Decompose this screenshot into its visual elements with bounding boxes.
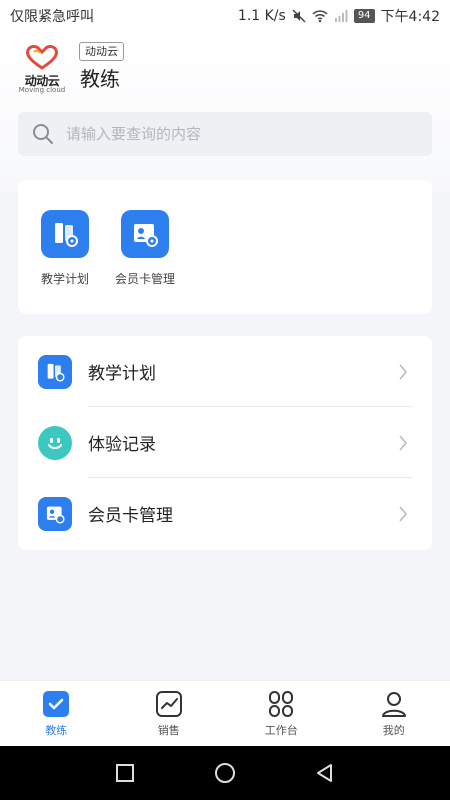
nav-tab-mine[interactable]: 我的 [338, 681, 450, 747]
wifi-icon [312, 10, 328, 23]
nav-tab-coach[interactable]: 教练 [0, 681, 113, 747]
app-logo: 动动云 Moving cloud [16, 44, 68, 94]
menu-item-trial-record[interactable]: 体验记录 [18, 407, 432, 478]
chevron-right-icon [399, 505, 408, 522]
logo-subtext: Moving cloud [18, 86, 66, 94]
menu-item-label: 会员卡管理 [88, 506, 173, 526]
quick-action-member-card[interactable]: 会员卡管理 [105, 210, 185, 287]
carrier-text: 仅限紧急呼叫 [10, 9, 94, 25]
network-speed: 1.1 K/s [237, 8, 286, 24]
status-bar: 仅限紧急呼叫 1.1 K/s 94 下午4:42 [0, 0, 450, 32]
chevron-right-icon [399, 363, 408, 380]
menu-item-teaching-plan[interactable]: 教学计划 [18, 336, 432, 407]
brand-tag: 动动云 [79, 42, 124, 61]
chart-icon [155, 691, 182, 717]
nav-label: 我的 [382, 724, 405, 737]
page-title: 教练 [80, 67, 120, 91]
system-nav-bar [0, 746, 450, 800]
nav-label: 工作台 [264, 724, 298, 737]
chevron-right-icon [399, 434, 408, 451]
status-indicators: 1.1 K/s 94 下午4:42 [238, 6, 440, 26]
member-card-icon [121, 210, 169, 258]
check-icon [43, 691, 70, 717]
nav-tab-sales[interactable]: 销售 [113, 681, 226, 747]
bottom-nav: 教练 销售 工作台 我的 [0, 680, 450, 746]
heart-logo-icon [26, 45, 58, 70]
search-bar[interactable] [18, 112, 432, 156]
quick-actions-card: 教学计划 会员卡管理 [18, 180, 432, 314]
menu-list: 教学计划 体验记录 会员卡管理 [18, 336, 432, 550]
header: 动动云 Moving cloud 动动云 教练 [0, 32, 450, 192]
back-icon[interactable] [315, 763, 335, 783]
user-icon [381, 692, 406, 717]
mute-icon [292, 9, 306, 23]
search-input[interactable] [66, 125, 406, 143]
smiley-icon [38, 425, 72, 460]
nav-label: 销售 [157, 724, 180, 737]
signal-icon [334, 10, 348, 22]
nav-label: 教练 [45, 724, 68, 737]
quick-action-label: 会员卡管理 [114, 272, 175, 286]
nav-tab-workbench[interactable]: 工作台 [225, 681, 338, 747]
home-icon[interactable] [214, 762, 236, 784]
teaching-plan-icon [38, 354, 72, 389]
quick-action-label: 教学计划 [40, 272, 89, 286]
quick-action-teaching-plan[interactable]: 教学计划 [25, 210, 105, 287]
menu-item-member-card[interactable]: 会员卡管理 [18, 478, 432, 549]
teaching-plan-icon [41, 210, 89, 258]
clock: 下午4:42 [380, 9, 440, 25]
member-card-icon [38, 496, 72, 531]
grid-icon [269, 691, 294, 717]
search-icon [33, 124, 53, 144]
menu-item-label: 教学计划 [88, 364, 156, 384]
battery-indicator: 94 [353, 9, 375, 23]
recents-icon[interactable] [115, 763, 135, 783]
menu-item-label: 体验记录 [88, 435, 156, 455]
